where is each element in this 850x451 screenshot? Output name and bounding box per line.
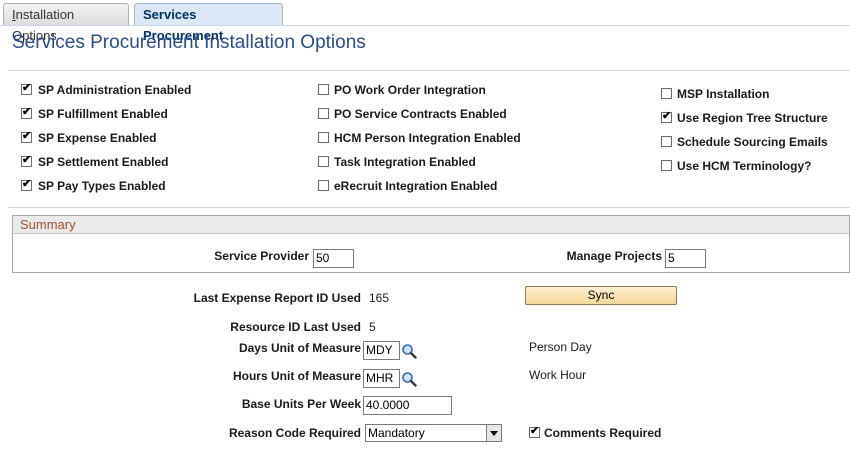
tab-bar: Installation Options Services Procuremen… xyxy=(0,0,850,43)
hours-uom-description: Work Hour xyxy=(529,368,587,382)
hours-uom-lookup-icon[interactable] xyxy=(401,371,417,387)
sp-administration-label: SP Administration Enabled xyxy=(38,83,192,97)
erecruit-integration-checkbox[interactable] xyxy=(318,180,329,191)
manage-projects-field[interactable]: 5 xyxy=(665,249,706,268)
erecruit-integration-label: eRecruit Integration Enabled xyxy=(334,179,498,193)
use-hcm-terminology-checkbox[interactable] xyxy=(661,160,672,171)
schedule-sourcing-emails-label: Schedule Sourcing Emails xyxy=(677,135,828,149)
sp-expense-checkbox[interactable] xyxy=(21,130,32,143)
days-uom-label: Days Unit of Measure xyxy=(238,341,361,355)
days-uom-field[interactable]: MDY xyxy=(363,341,400,360)
last-expense-report-value: 165 xyxy=(369,291,390,305)
reason-code-selected-value: Mandatory xyxy=(368,426,425,440)
schedule-sourcing-emails-checkbox[interactable] xyxy=(661,136,672,147)
service-provider-field[interactable]: 50 xyxy=(313,249,354,268)
base-units-per-week-label: Base Units Per Week xyxy=(241,397,361,411)
sp-settlement-label: SP Settlement Enabled xyxy=(38,155,169,169)
last-expense-report-label: Last Expense Report ID Used xyxy=(193,291,361,305)
sp-fulfillment-label: SP Fulfillment Enabled xyxy=(38,107,168,121)
sp-pay-types-checkbox[interactable] xyxy=(21,178,32,191)
hours-uom-label: Hours Unit of Measure xyxy=(232,369,361,383)
task-integration-label: Task Integration Enabled xyxy=(334,155,476,169)
sp-settlement-checkbox[interactable] xyxy=(21,154,32,167)
resource-id-value: 5 xyxy=(369,320,376,334)
sync-button[interactable]: Sync xyxy=(525,286,677,305)
summary-group: Summary xyxy=(12,215,850,273)
reason-code-required-label: Reason Code Required xyxy=(228,426,361,440)
use-region-tree-label: Use Region Tree Structure xyxy=(677,111,828,125)
reason-code-required-select[interactable]: Mandatory xyxy=(365,424,502,442)
page-title: Services Procurement Installation Option… xyxy=(12,32,366,53)
sp-expense-label: SP Expense Enabled xyxy=(38,131,157,145)
use-hcm-terminology-label: Use HCM Terminology? xyxy=(677,159,812,173)
tab-divider xyxy=(0,25,850,26)
po-work-order-checkbox[interactable] xyxy=(318,84,329,95)
comments-required-checkbox[interactable] xyxy=(529,425,540,438)
days-uom-description: Person Day xyxy=(529,340,592,354)
resource-id-label: Resource ID Last Used xyxy=(230,320,361,334)
summary-header: Summary xyxy=(13,216,849,234)
sp-fulfillment-checkbox[interactable] xyxy=(21,106,32,119)
sp-pay-types-label: SP Pay Types Enabled xyxy=(38,179,166,193)
hcm-person-integration-checkbox[interactable] xyxy=(318,132,329,143)
hcm-person-integration-label: HCM Person Integration Enabled xyxy=(334,131,521,145)
use-region-tree-checkbox[interactable] xyxy=(661,110,672,123)
task-integration-checkbox[interactable] xyxy=(318,156,329,167)
sp-administration-checkbox[interactable] xyxy=(21,82,32,95)
po-service-contracts-label: PO Service Contracts Enabled xyxy=(334,107,507,121)
tab-services-procurement[interactable]: Services Procurement xyxy=(134,3,283,43)
manage-projects-label: Manage Projects xyxy=(566,249,662,263)
service-provider-label: Service Provider xyxy=(214,249,309,263)
hours-uom-field[interactable]: MHR xyxy=(363,369,400,388)
msp-installation-label: MSP Installation xyxy=(677,87,770,101)
chevron-down-icon[interactable] xyxy=(486,425,501,441)
po-service-contracts-checkbox[interactable] xyxy=(318,108,329,119)
tab-installation-options[interactable]: Installation Options xyxy=(3,3,129,43)
base-units-per-week-field[interactable]: 40.0000 xyxy=(363,396,452,415)
comments-required-label: Comments Required xyxy=(544,426,662,440)
po-work-order-label: PO Work Order Integration xyxy=(334,83,486,97)
msp-installation-checkbox[interactable] xyxy=(661,88,672,99)
days-uom-lookup-icon[interactable] xyxy=(401,343,417,359)
